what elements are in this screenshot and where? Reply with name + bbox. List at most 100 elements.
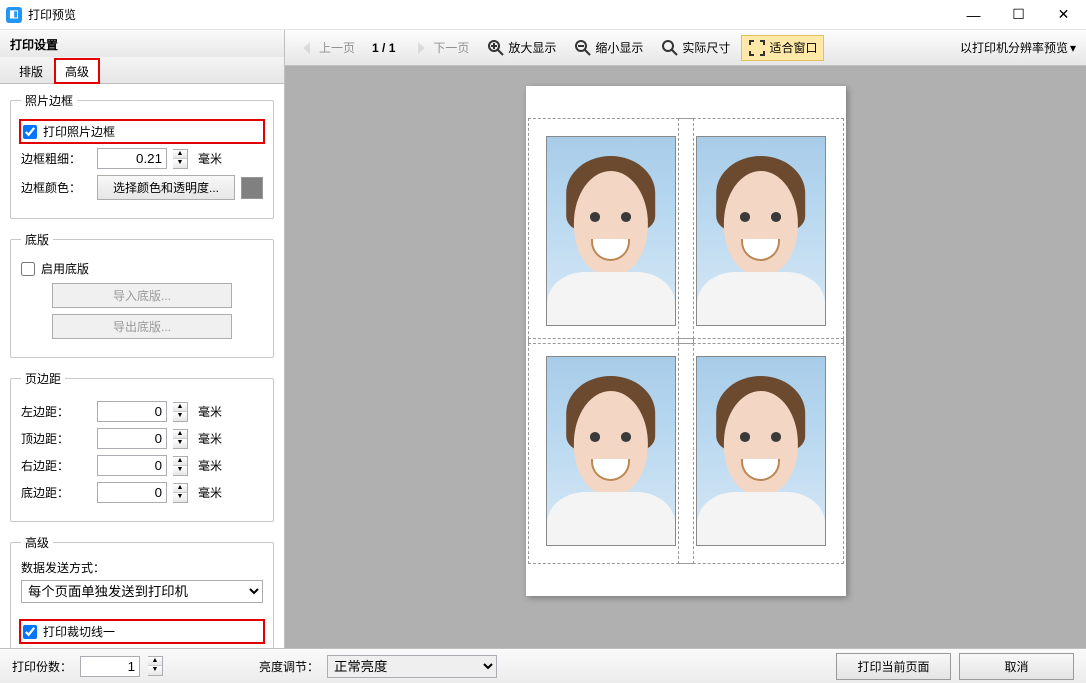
sidebar-tabs: 排版 高级	[0, 57, 284, 84]
photo-slot-2	[696, 136, 826, 326]
photo-thumbnail	[696, 356, 826, 546]
photo-thumbnail	[696, 136, 826, 326]
button-zoom-out[interactable]: 缩小显示	[567, 35, 650, 61]
close-icon: ✕	[1058, 6, 1070, 23]
arrow-right-icon	[412, 39, 430, 57]
row-print-border: 打印照片边框	[21, 121, 263, 142]
input-margin-right[interactable]	[97, 455, 167, 476]
row-border-color: 边框颜色： 选择颜色和透明度...	[21, 175, 263, 200]
button-next-page[interactable]: 下一页	[405, 35, 476, 61]
checkbox-cutline-2[interactable]	[21, 648, 35, 649]
row-margin-left: 左边距： ▲▼ 毫米	[21, 401, 263, 422]
label-copies: 打印份数：	[12, 658, 72, 675]
label-actual-size: 实际尺寸	[682, 39, 730, 56]
select-send-mode[interactable]: 每个页面单独发送到打印机	[21, 580, 263, 603]
label-border-color: 边框颜色：	[21, 179, 91, 196]
button-fit-window[interactable]: 适合窗口	[741, 35, 824, 61]
spinner-margin-left[interactable]: ▲▼	[173, 402, 188, 422]
minimize-button[interactable]: —	[951, 0, 996, 30]
fit-window-icon	[748, 39, 766, 57]
row-margin-bottom: 底边距： ▲▼ 毫米	[21, 482, 263, 503]
row-border-thickness: 边框粗细： ▲▼ 毫米	[21, 148, 263, 169]
label-border-thickness: 边框粗细：	[21, 150, 91, 167]
legend-margins: 页边距	[21, 370, 65, 387]
row-cutline-1: 打印裁切线一	[21, 621, 263, 642]
label-next-page: 下一页	[433, 39, 469, 56]
button-zoom-in[interactable]: 放大显示	[480, 35, 563, 61]
group-advanced: 高级 数据发送方式： 每个页面单独发送到打印机 打印裁切线一 打印裁切线二	[10, 534, 274, 648]
legend-photo-border: 照片边框	[21, 92, 77, 109]
select-brightness[interactable]: 正常亮度	[327, 655, 497, 678]
window-title: 打印预览	[28, 6, 76, 23]
checkbox-enable-bg[interactable]	[21, 262, 35, 276]
button-prev-page[interactable]: 上一页	[291, 35, 362, 61]
input-margin-bottom[interactable]	[97, 482, 167, 503]
color-swatch[interactable]	[241, 177, 263, 199]
button-export-bg[interactable]: 导出底版...	[52, 314, 232, 339]
preview-canvas[interactable]	[285, 66, 1086, 648]
tab-advanced[interactable]: 高级	[54, 58, 100, 84]
spinner-copies[interactable]: ▲▼	[148, 656, 163, 676]
zoom-out-icon	[574, 39, 592, 57]
row-margin-top: 顶边距： ▲▼ 毫米	[21, 428, 263, 449]
label-resolution-preview: 以打印机分辨率预览	[960, 39, 1068, 56]
maximize-button[interactable]: ☐	[996, 0, 1041, 30]
row-enable-bg: 启用底版	[21, 260, 263, 277]
photo-slot-4	[696, 356, 826, 546]
label-cutline-2: 打印裁切线二	[41, 646, 113, 648]
button-print-current[interactable]: 打印当前页面	[836, 653, 951, 680]
label-margin-right: 右边距：	[21, 457, 91, 474]
unit-margin-bottom: 毫米	[198, 484, 222, 501]
row-cutline-2: 打印裁切线二	[21, 646, 263, 648]
label-zoom-out: 缩小显示	[595, 39, 643, 56]
tab-layout[interactable]: 排版	[8, 58, 54, 84]
checkbox-print-border[interactable]	[23, 125, 37, 139]
settings-sidebar: 打印设置 排版 高级 照片边框 打印照片边框 边框粗细： ▲▼ 毫米	[0, 30, 285, 648]
legend-background: 底版	[21, 231, 53, 248]
legend-advanced: 高级	[21, 534, 53, 551]
label-zoom-in: 放大显示	[508, 39, 556, 56]
close-button[interactable]: ✕	[1041, 0, 1086, 30]
zoom-in-icon	[487, 39, 505, 57]
actual-size-icon	[661, 39, 679, 57]
input-margin-left[interactable]	[97, 401, 167, 422]
footer-bar: 打印份数： ▲▼ 亮度调节： 正常亮度 打印当前页面 取消	[0, 648, 1086, 683]
minimize-icon: —	[967, 7, 981, 23]
spinner-margin-right[interactable]: ▲▼	[173, 456, 188, 476]
paper-preview	[526, 86, 846, 596]
button-actual-size[interactable]: 实际尺寸	[654, 35, 737, 61]
button-choose-color[interactable]: 选择颜色和透明度...	[97, 175, 235, 200]
input-border-thickness[interactable]	[97, 148, 167, 169]
checkbox-cutline-1[interactable]	[23, 625, 37, 639]
label-enable-bg: 启用底版	[41, 260, 89, 277]
photo-thumbnail	[546, 356, 676, 546]
photo-slot-3	[546, 356, 676, 546]
input-copies[interactable]	[80, 656, 140, 677]
unit-margin-left: 毫米	[198, 403, 222, 420]
main-area: 打印设置 排版 高级 照片边框 打印照片边框 边框粗细： ▲▼ 毫米	[0, 30, 1086, 648]
sidebar-body: 照片边框 打印照片边框 边框粗细： ▲▼ 毫米 边框颜色： 选择颜色和透明度..…	[0, 84, 284, 648]
page-indicator: 1 / 1	[366, 41, 401, 55]
spinner-margin-bottom[interactable]: ▲▼	[173, 483, 188, 503]
group-background: 底版 启用底版 导入底版... 导出底版...	[10, 231, 274, 358]
label-cutline-1: 打印裁切线一	[43, 623, 115, 640]
titlebar: ◧ 打印预览 — ☐ ✕	[0, 0, 1086, 30]
button-cancel[interactable]: 取消	[959, 653, 1074, 680]
spinner-border-thickness[interactable]: ▲▼	[173, 149, 188, 169]
label-send-mode: 数据发送方式：	[21, 559, 263, 576]
preview-toolbar: 上一页 1 / 1 下一页 放大显示 缩小显示	[285, 30, 1086, 66]
arrow-left-icon	[298, 39, 316, 57]
chevron-down-icon: ▾	[1070, 41, 1076, 55]
sidebar-header: 打印设置	[0, 30, 284, 57]
spinner-margin-top[interactable]: ▲▼	[173, 429, 188, 449]
label-prev-page: 上一页	[319, 39, 355, 56]
input-margin-top[interactable]	[97, 428, 167, 449]
photo-slot-1	[546, 136, 676, 326]
group-margins: 页边距 左边距： ▲▼ 毫米 顶边距： ▲▼ 毫米 右边距： ▲▼	[10, 370, 274, 522]
label-brightness: 亮度调节：	[259, 658, 319, 675]
label-print-border: 打印照片边框	[43, 123, 115, 140]
unit-margin-top: 毫米	[198, 430, 222, 447]
unit-border-thickness: 毫米	[198, 150, 222, 167]
button-import-bg[interactable]: 导入底版...	[52, 283, 232, 308]
dropdown-resolution-preview[interactable]: 以打印机分辨率预览 ▾	[956, 36, 1080, 59]
